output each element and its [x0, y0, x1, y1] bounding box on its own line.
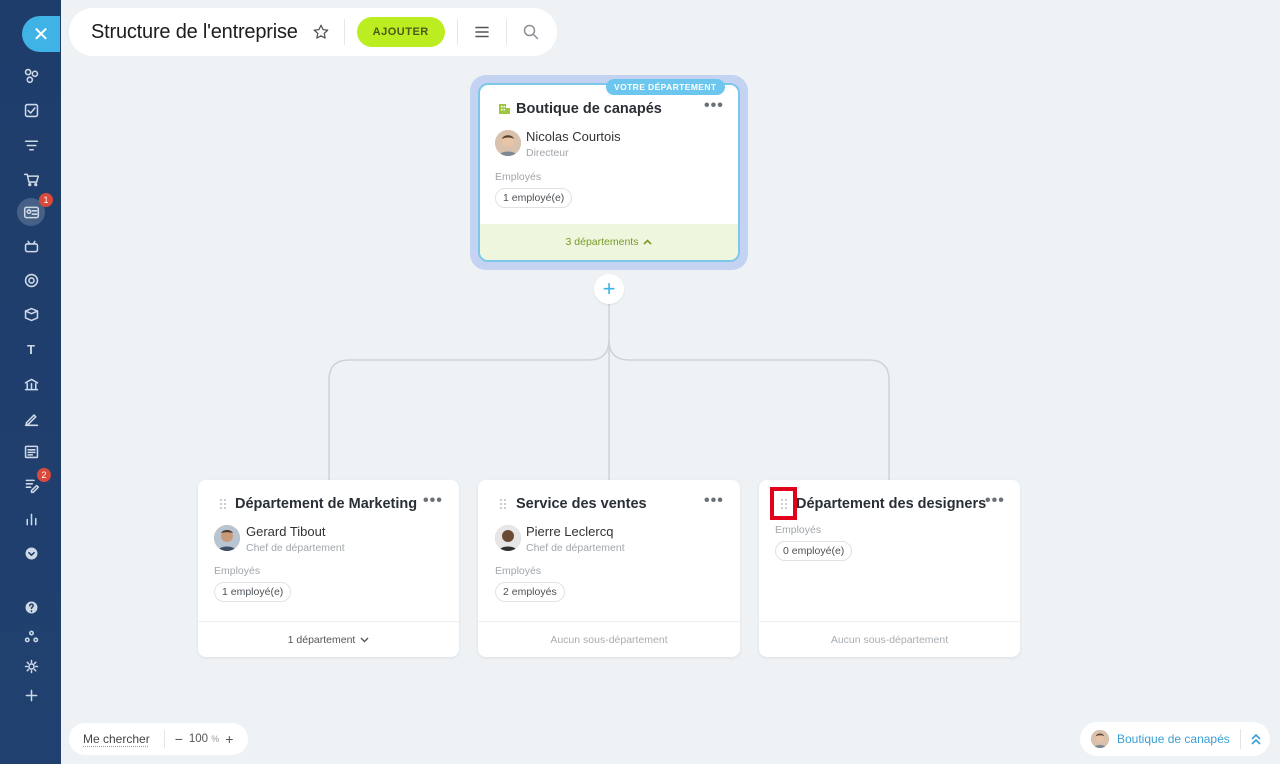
current-department-shortcut[interactable]: Boutique de canapés [1080, 722, 1270, 756]
sign-icon[interactable] [19, 406, 43, 430]
task-icon[interactable] [19, 98, 43, 122]
subdepartments-footer: Aucun sous-département [759, 621, 1020, 657]
head-role: Chef de département [526, 542, 625, 554]
employees-label: Employés [214, 565, 261, 577]
help-icon[interactable] [19, 595, 43, 619]
department-name: Département des designers [796, 496, 987, 512]
add-subdepartment-button[interactable]: + [594, 274, 624, 304]
divider [505, 19, 507, 45]
employees-count[interactable]: 1 employé(e) [214, 582, 292, 602]
double-chevron-up-icon[interactable] [1249, 732, 1263, 746]
divider [163, 730, 165, 748]
cart-icon[interactable] [19, 167, 43, 191]
building-icon [499, 104, 510, 114]
menu-icon[interactable] [472, 22, 492, 42]
avatar[interactable] [495, 525, 521, 551]
subdepartments-count: Aucun sous-département [550, 633, 668, 646]
subdepartments-toggle[interactable]: 1 département [198, 621, 459, 657]
bank-icon[interactable] [19, 372, 43, 396]
department-card[interactable]: Service des ventes ••• Pierre Leclercq C… [478, 480, 740, 657]
zoom-in-button[interactable]: + [225, 731, 233, 747]
avatar [1091, 730, 1109, 748]
subdepartments-footer: Aucun sous-département [478, 621, 740, 657]
structure-icon[interactable] [19, 624, 43, 648]
star-icon[interactable] [312, 23, 330, 41]
chevron-up-icon [643, 239, 653, 245]
head-role: Chef de département [246, 542, 345, 554]
edit-list-icon[interactable]: 2 [19, 468, 51, 497]
find-me-link[interactable]: Me chercher [83, 732, 150, 746]
head-role: Directeur [526, 147, 569, 159]
drag-handle-icon[interactable] [219, 498, 227, 510]
subdepartments-count: 3 départements [565, 236, 639, 248]
drag-handle-highlight [770, 487, 797, 520]
current-department-name: Boutique de canapés [1117, 732, 1230, 746]
notification-badge: 2 [37, 468, 51, 482]
head-name[interactable]: Gerard Tibout [246, 524, 326, 539]
filter-icon[interactable] [19, 133, 43, 157]
text-icon[interactable]: T [19, 337, 43, 361]
employees-label: Employés [775, 524, 822, 536]
head-name[interactable]: Pierre Leclercq [526, 524, 613, 539]
employees-label: Employés [495, 565, 542, 577]
box-icon[interactable] [19, 302, 43, 326]
drag-handle-icon[interactable] [499, 498, 507, 510]
search-icon[interactable] [521, 22, 541, 42]
department-name: Service des ventes [516, 496, 647, 512]
list-check-icon[interactable] [19, 439, 43, 463]
employees-count[interactable]: 2 employés [495, 582, 565, 602]
employees-label: Employés [495, 171, 542, 183]
target-icon[interactable] [19, 268, 43, 292]
avatar[interactable] [495, 130, 521, 156]
plus-icon[interactable] [19, 683, 43, 707]
settings-icon[interactable] [19, 654, 43, 678]
bar-chart-icon[interactable] [19, 507, 43, 531]
employees-count[interactable]: 1 employé(e) [495, 188, 573, 208]
subdepartments-count: 1 département [287, 633, 356, 646]
department-name: Boutique de canapés [516, 101, 662, 117]
subdepartments-count: Aucun sous-département [830, 633, 949, 646]
department-card[interactable]: Département de Marketing ••• Gerard Tibo… [198, 480, 459, 657]
more-options-icon[interactable]: ••• [704, 492, 724, 510]
left-sidebar: ✕ 1 T 2 [0, 0, 61, 764]
divider [456, 19, 458, 45]
zoom-out-button[interactable]: − [175, 731, 183, 747]
divider [1239, 729, 1241, 749]
page-header: Structure de l'entreprise AJOUTER [69, 8, 557, 56]
contact-card-icon[interactable]: 1 [17, 193, 53, 226]
page-title: Structure de l'entreprise [91, 20, 298, 43]
chevron-circle-icon[interactable] [19, 541, 43, 565]
employees-count[interactable]: 0 employé(e) [775, 541, 853, 561]
zoom-level: 100 % [188, 733, 220, 745]
add-button[interactable]: AJOUTER [356, 17, 445, 47]
chevron-down-icon [360, 637, 369, 642]
close-icon[interactable]: ✕ [22, 16, 60, 52]
more-options-icon[interactable]: ••• [423, 492, 443, 510]
more-options-icon[interactable]: ••• [985, 492, 1005, 510]
sitemap-icon[interactable] [19, 63, 43, 87]
head-name[interactable]: Nicolas Courtois [526, 129, 621, 144]
department-card[interactable]: Département des designers ••• Employés 0… [759, 480, 1020, 657]
subdepartments-toggle[interactable]: 3 départements [480, 224, 738, 260]
your-department-badge: VOTRE DÉPARTEMENT [606, 79, 725, 95]
notification-badge: 1 [39, 193, 53, 207]
robot-icon[interactable] [19, 234, 43, 258]
canvas-controls: Me chercher − 100 % + [69, 723, 248, 755]
root-department-card[interactable]: Boutique de canapés ••• Nicolas Courtois… [478, 83, 740, 262]
department-name: Département de Marketing [235, 496, 418, 512]
more-options-icon[interactable]: ••• [704, 97, 724, 115]
avatar[interactable] [214, 525, 240, 551]
divider [343, 19, 345, 45]
